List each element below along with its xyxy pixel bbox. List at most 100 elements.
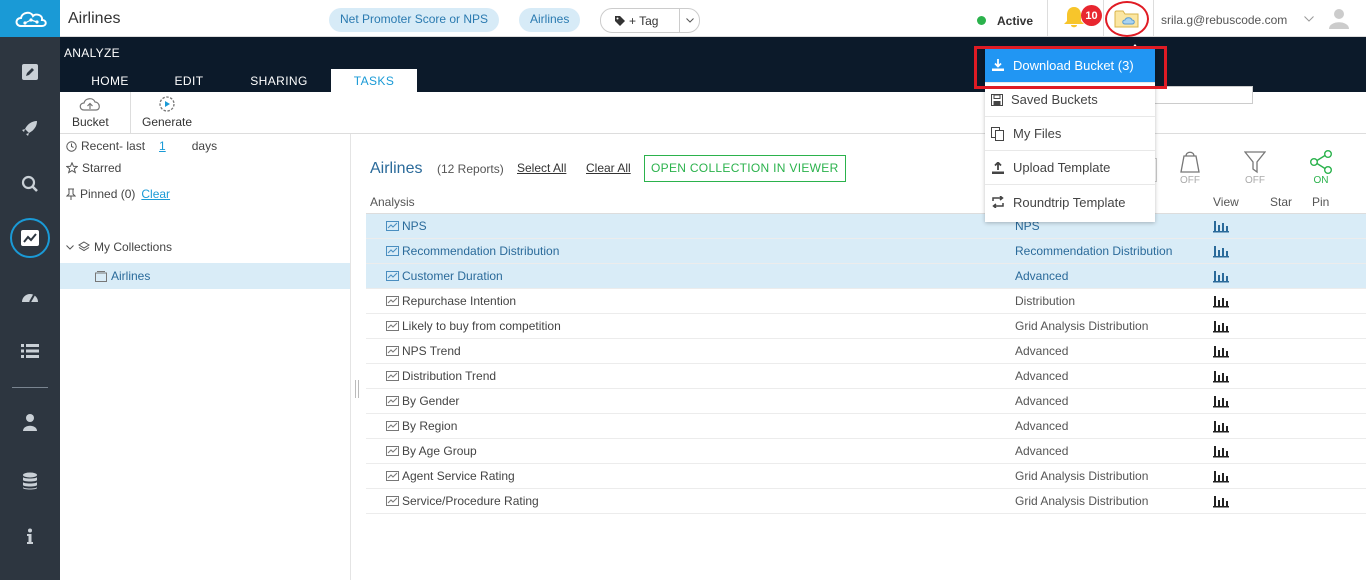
table-row[interactable]: Customer Duration Advanced xyxy=(366,264,1366,289)
reports-table-header: Analysis View Star Pin xyxy=(366,192,1366,214)
bucket-button[interactable]: Bucket xyxy=(72,95,109,129)
menu-item-roundtrip-template[interactable]: Roundtrip Template xyxy=(985,185,1155,219)
report-name[interactable]: Recommendation Distribution xyxy=(402,244,559,258)
table-row[interactable]: Service/Procedure Rating Grid Analysis Di… xyxy=(366,489,1366,514)
collections-panel: Recent- last 1 days Starred Pinned (0) C… xyxy=(60,134,350,580)
rail-item-database[interactable] xyxy=(0,466,60,496)
report-name[interactable]: Customer Duration xyxy=(402,269,503,283)
reports-table-body: NPS NPS Recommendation Distribution Recomme… xyxy=(366,214,1366,514)
view-chart-icon[interactable] xyxy=(1213,269,1229,283)
open-collection-in-viewer-button[interactable]: OPEN COLLECTION IN VIEWER xyxy=(644,155,846,182)
view-chart-icon[interactable] xyxy=(1213,219,1229,233)
user-menu-toggle[interactable] xyxy=(1304,11,1314,25)
report-name[interactable]: By Region xyxy=(402,419,457,433)
funnel-filter-toggle[interactable]: OFF xyxy=(1235,150,1275,186)
files-icon xyxy=(991,126,1004,141)
add-tag-dropdown[interactable]: + Tag xyxy=(600,8,700,33)
report-type: Grid Analysis Distribution xyxy=(1015,319,1149,333)
table-row[interactable]: By Region Advanced xyxy=(366,414,1366,439)
tag-pill-nps[interactable]: Net Promoter Score or NPS xyxy=(329,8,500,32)
pinned-filter[interactable]: Pinned (0) Clear xyxy=(66,187,170,201)
rail-item-dashboard[interactable] xyxy=(0,281,60,311)
roundtrip-icon xyxy=(992,196,1004,208)
cloud-logo-icon xyxy=(15,11,47,27)
clear-all-link[interactable]: Clear All xyxy=(586,161,631,175)
report-name[interactable]: Repurchase Intention xyxy=(402,294,516,308)
app-logo[interactable] xyxy=(0,0,60,37)
view-chart-icon[interactable] xyxy=(1213,394,1229,408)
view-chart-icon[interactable] xyxy=(1213,444,1229,458)
menu-item-my-files[interactable]: My Files xyxy=(985,117,1155,151)
days-label: days xyxy=(191,139,218,153)
layers-icon xyxy=(78,241,90,252)
rail-item-launch[interactable] xyxy=(0,113,60,143)
user-email[interactable]: srila.g@rebuscode.com xyxy=(1161,13,1287,27)
view-chart-icon[interactable] xyxy=(1213,244,1229,258)
clock-icon xyxy=(66,140,77,152)
rail-item-edit[interactable] xyxy=(0,57,60,87)
pinned-label: Pinned (0) xyxy=(80,187,136,201)
avatar[interactable] xyxy=(1328,7,1350,32)
table-row[interactable]: NPS Trend Advanced xyxy=(366,339,1366,364)
my-collections-toggle[interactable]: My Collections xyxy=(66,240,172,254)
report-type: Advanced xyxy=(1015,344,1069,358)
view-chart-icon[interactable] xyxy=(1213,469,1229,483)
rail-item-user[interactable] xyxy=(0,407,60,437)
generate-gear-icon xyxy=(159,96,175,112)
report-name[interactable]: NPS Trend xyxy=(402,344,461,358)
table-row[interactable]: By Age Group Advanced xyxy=(366,439,1366,464)
edit-icon xyxy=(22,64,38,80)
column-analysis[interactable]: Analysis xyxy=(370,195,415,209)
analyze-bar: ANALYZE HOME EDIT SHARING TASKS xyxy=(60,37,1366,92)
report-name[interactable]: By Gender xyxy=(402,394,459,408)
rail-item-search[interactable] xyxy=(0,169,60,199)
tag-pill-airlines[interactable]: Airlines xyxy=(519,8,581,32)
bucket-menu-button[interactable] xyxy=(1105,1,1149,37)
view-chart-icon[interactable] xyxy=(1213,294,1229,308)
view-chart-icon[interactable] xyxy=(1213,494,1229,508)
recent-days-value[interactable]: 1 xyxy=(159,139,166,153)
report-chart-icon xyxy=(386,421,399,431)
tab-edit[interactable]: EDIT xyxy=(168,69,210,92)
report-name[interactable]: Likely to buy from competition xyxy=(402,319,561,333)
table-row[interactable]: Repurchase Intention Distribution xyxy=(366,289,1366,314)
dashboard-icon xyxy=(22,294,38,303)
rail-item-analyze[interactable] xyxy=(0,218,60,258)
generate-button[interactable]: Generate xyxy=(142,95,192,129)
folder-cloud-icon xyxy=(1114,10,1139,28)
clear-pinned-link[interactable]: Clear xyxy=(141,187,170,201)
table-row[interactable]: NPS NPS xyxy=(366,214,1366,239)
table-row[interactable]: Distribution Trend Advanced xyxy=(366,364,1366,389)
tab-sharing[interactable]: SHARING xyxy=(243,69,315,92)
report-name[interactable]: Distribution Trend xyxy=(402,369,496,383)
recent-filter[interactable]: Recent- last 1 days xyxy=(66,139,217,153)
starred-filter[interactable]: Starred xyxy=(66,161,121,175)
report-name[interactable]: NPS xyxy=(402,219,427,233)
bucket-filter-icon xyxy=(1180,151,1200,173)
rail-item-info[interactable] xyxy=(0,521,60,551)
table-row[interactable]: Agent Service Rating Grid Analysis Distri… xyxy=(366,464,1366,489)
view-chart-icon[interactable] xyxy=(1213,419,1229,433)
report-name[interactable]: Service/Procedure Rating xyxy=(402,494,539,508)
tab-home[interactable]: HOME xyxy=(82,69,138,92)
rail-item-list[interactable] xyxy=(0,336,60,366)
table-row[interactable]: Likely to buy from competition Grid Analy… xyxy=(366,314,1366,339)
view-chart-icon[interactable] xyxy=(1213,319,1229,333)
menu-item-upload-template[interactable]: Upload Template xyxy=(985,151,1155,185)
report-name[interactable]: By Age Group xyxy=(402,444,477,458)
tab-tasks[interactable]: TASKS xyxy=(331,69,417,92)
column-pin: Pin xyxy=(1312,195,1330,209)
report-name[interactable]: Agent Service Rating xyxy=(402,469,515,483)
table-row[interactable]: Recommendation Distribution Recommendatio… xyxy=(366,239,1366,264)
collection-item-airlines[interactable]: Airlines xyxy=(60,263,350,289)
bucket-filter-state: OFF xyxy=(1180,175,1200,186)
share-toggle[interactable]: ON xyxy=(1301,150,1341,186)
select-all-link[interactable]: Select All xyxy=(517,161,566,175)
table-row[interactable]: By Gender Advanced xyxy=(366,389,1366,414)
view-chart-icon[interactable] xyxy=(1213,369,1229,383)
tag-dropdown-toggle[interactable] xyxy=(679,9,699,32)
header-divider xyxy=(1047,0,1048,37)
view-chart-icon[interactable] xyxy=(1213,344,1229,358)
bucket-filter-toggle[interactable]: OFF xyxy=(1170,150,1210,186)
funnel-filter-state: OFF xyxy=(1245,175,1265,186)
